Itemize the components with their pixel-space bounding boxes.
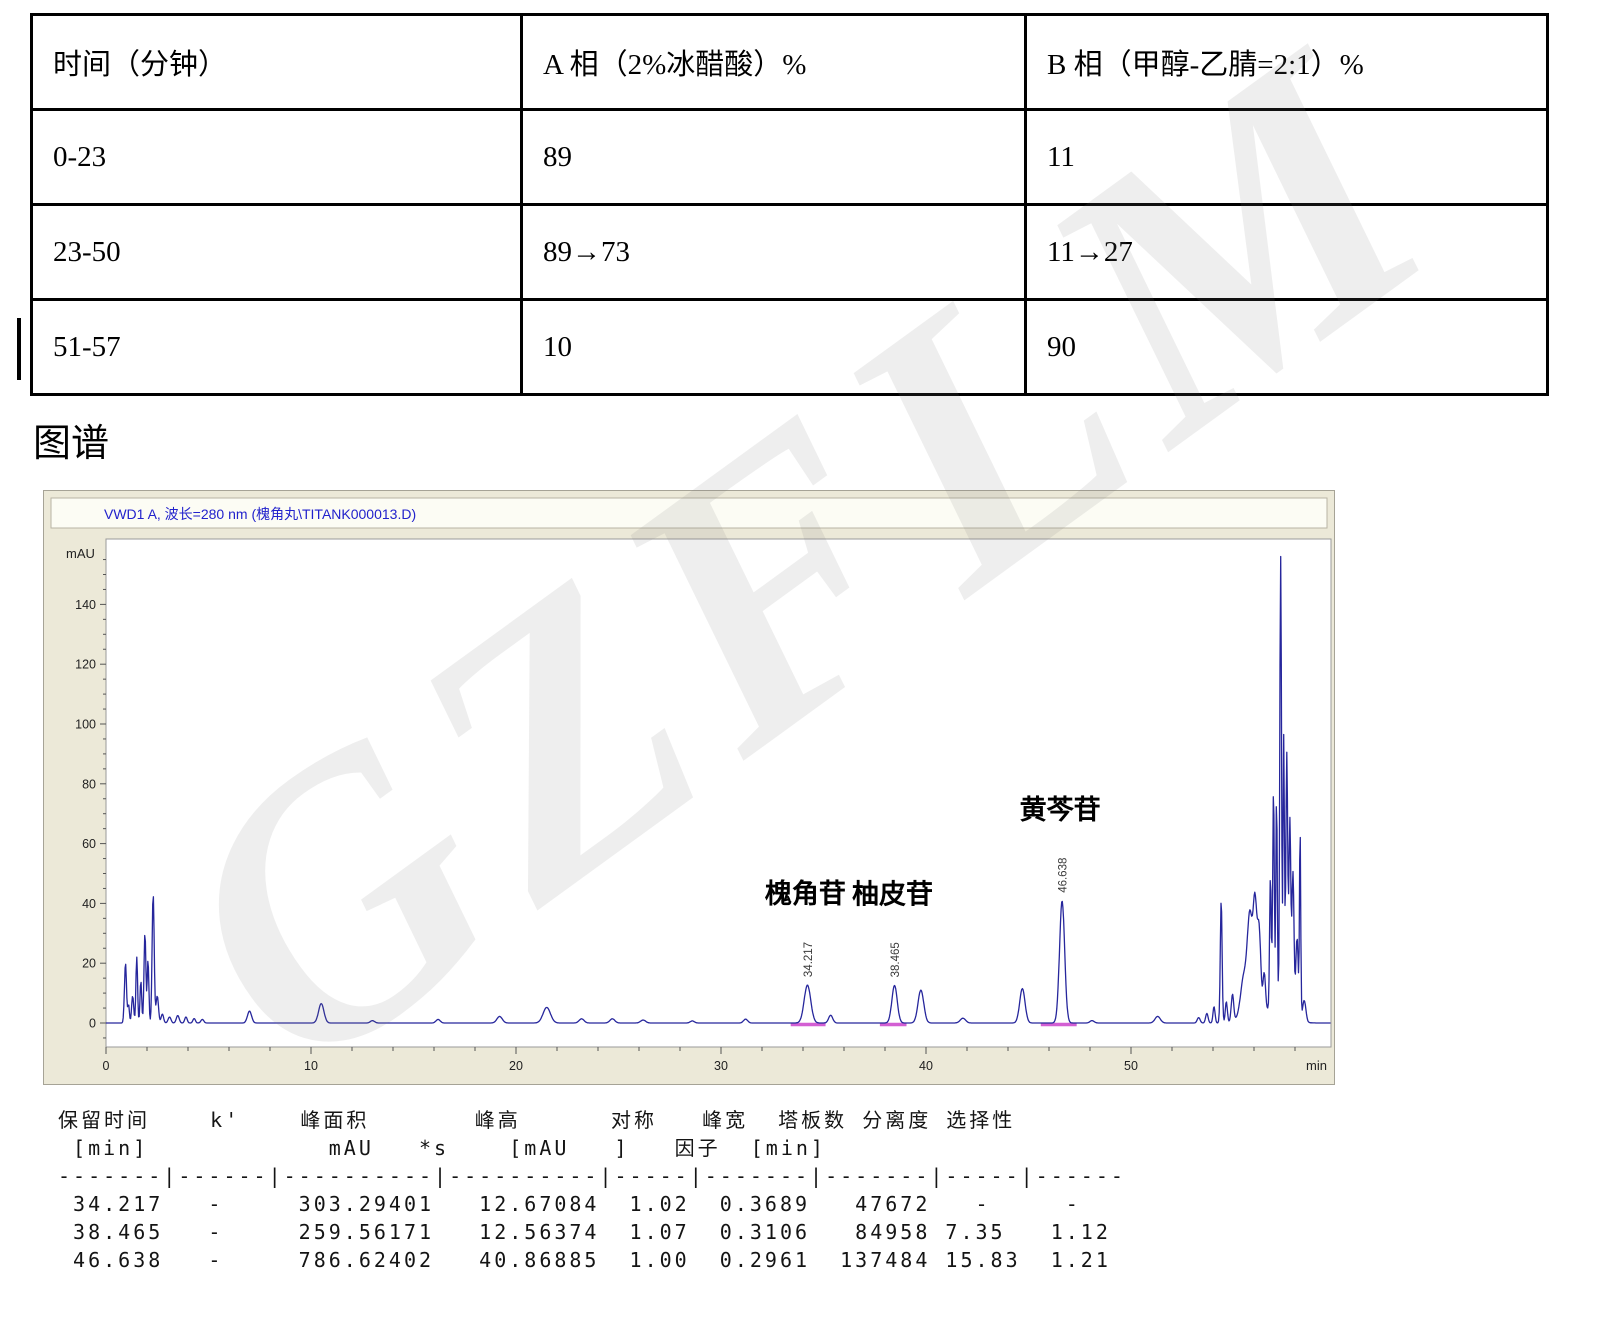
gradient-header-row: 时间（分钟）A 相（2%冰醋酸）%B 相（甲醇-乙腈=2:1）%	[32, 15, 1548, 110]
y-tick-label: 20	[82, 957, 96, 971]
x-tick-label: 10	[304, 1059, 318, 1073]
y-tick-label: 40	[82, 897, 96, 911]
gradient-cell: 23-50	[32, 205, 522, 300]
plot-title: VWD1 A, 波长=280 nm (槐角丸\TITANK000013.D)	[104, 506, 416, 522]
stray-mark	[17, 318, 21, 380]
x-tick-label: 40	[919, 1059, 933, 1073]
gradient-table-header: 时间（分钟）A 相（2%冰醋酸）%B 相（甲醇-乙腈=2:1）%	[32, 15, 1548, 110]
chromatogram-panel: VWD1 A, 波长=280 nm (槐角丸\TITANK000013.D) mA…	[43, 490, 1335, 1085]
x-tick-label: 20	[509, 1059, 523, 1073]
gradient-header-cell: 时间（分钟）	[32, 15, 522, 110]
gradient-cell: 89→73	[522, 205, 1026, 300]
gradient-cell: 11→27	[1026, 205, 1548, 300]
gradient-cell: 89	[522, 110, 1026, 205]
y-tick-label: 80	[82, 777, 96, 791]
gradient-row: 51-571090	[32, 300, 1548, 395]
x-axis-unit: min	[1306, 1058, 1327, 1073]
section-heading: 图谱	[33, 412, 109, 467]
gradient-header-cell: B 相（甲醇-乙腈=2:1）%	[1026, 15, 1548, 110]
x-tick-label: 30	[714, 1059, 728, 1073]
chromatogram-plot: VWD1 A, 波长=280 nm (槐角丸\TITANK000013.D) mA…	[44, 491, 1334, 1084]
gradient-cell: 10	[522, 300, 1026, 395]
document-page: GZFLM 时间（分钟）A 相（2%冰醋酸）%B 相（甲醇-乙腈=2:1）% 0…	[0, 0, 1601, 1329]
y-tick-label: 140	[75, 598, 96, 612]
gradient-table-body: 0-23891123-5089→7311→2751-571090	[32, 110, 1548, 395]
gradient-cell: 51-57	[32, 300, 522, 395]
peak-retention-label: 46.638	[1058, 858, 1070, 893]
peak-report-table: 保留时间 k' 峰面积 峰高 对称 峰宽 塔板数 分离度 选择性 [min] m…	[58, 1106, 1126, 1274]
y-tick-label: 60	[82, 837, 96, 851]
gradient-row: 23-5089→7311→27	[32, 205, 1548, 300]
peak-compound-label: 黄芩苷	[1020, 795, 1101, 825]
gradient-header-cell: A 相（2%冰醋酸）%	[522, 15, 1026, 110]
peak-compound-label: 柚皮苷	[852, 879, 933, 909]
x-tick-label: 0	[103, 1059, 110, 1073]
peak-compound-label: 槐角苷	[765, 878, 846, 909]
gradient-table: 时间（分钟）A 相（2%冰醋酸）%B 相（甲醇-乙腈=2:1）% 0-23891…	[30, 13, 1549, 396]
x-tick-label: 50	[1124, 1059, 1138, 1073]
gradient-cell: 90	[1026, 300, 1548, 395]
y-tick-label: 0	[89, 1017, 96, 1031]
y-tick-label: 120	[75, 658, 96, 672]
plot-area	[106, 539, 1331, 1047]
gradient-cell: 0-23	[32, 110, 522, 205]
peak-retention-label: 38.465	[890, 942, 902, 977]
y-axis-unit: mAU	[66, 546, 95, 561]
peak-retention-label: 34.217	[803, 942, 815, 977]
gradient-row: 0-238911	[32, 110, 1548, 205]
gradient-cell: 11	[1026, 110, 1548, 205]
y-tick-label: 100	[75, 718, 96, 732]
